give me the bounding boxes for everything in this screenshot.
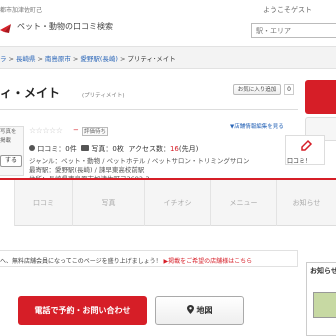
breadcrumb-separator: > xyxy=(72,55,79,63)
photo-count[interactable]: 0枚 xyxy=(112,145,123,153)
rating-stars-icon: ☆☆☆☆☆ xyxy=(29,126,63,135)
header-location: 都市加津佐町己 xyxy=(0,7,43,14)
welcome-text: ようこそゲスト xyxy=(263,6,312,14)
news-sidebar-title: お知らせ xyxy=(310,267,336,275)
breadcrumb-item[interactable]: 南島原市 xyxy=(45,55,71,63)
pencil-icon xyxy=(301,139,313,151)
evaluation-badge: 評価待ち xyxy=(82,127,108,136)
phone-reservation-button[interactable]: 電話で予約・お問い合わせ xyxy=(18,296,147,325)
shop-title: ィ・メイト xyxy=(0,86,61,100)
member-signup-link[interactable]: ▶掲載をご希望の店舗様はこちら xyxy=(164,258,253,265)
map-button[interactable]: 地図 xyxy=(155,296,244,325)
camera-icon xyxy=(81,145,90,151)
member-notice: へ、無料店舗会員になってこのページを盛り上げましょう！ ▶掲載をご希望の店舗様は… xyxy=(0,256,252,265)
member-notice-text: へ、無料店舗会員になってこのページを盛り上げましょう！ xyxy=(0,258,162,265)
map-pin-icon xyxy=(186,305,194,314)
access-unit: (先月) xyxy=(178,145,199,153)
photo-count-label: 写真： xyxy=(91,145,113,153)
access-count-label: アクセス数： xyxy=(128,145,170,153)
tab-photos[interactable]: 写真 xyxy=(72,180,144,226)
breadcrumb-current: プリティ･メイト xyxy=(127,55,176,63)
breadcrumb-separator: > xyxy=(37,55,43,63)
shop-stats: 口コミ：0件 写真：0枚 アクセス数：16(先月) xyxy=(29,144,198,154)
tab-recommend[interactable]: イチオシ xyxy=(144,180,210,226)
shop-kana: (プリティメイト) xyxy=(82,93,125,99)
review-count-label: 口コミ： xyxy=(37,145,66,153)
photo-text-line: 掲載 xyxy=(0,138,12,144)
side-red-button[interactable] xyxy=(305,80,336,114)
breadcrumb-item[interactable]: 愛野駅(長崎) xyxy=(80,55,118,63)
favorite-count: 0 xyxy=(284,84,294,95)
tab-news[interactable]: お知らせ xyxy=(276,180,336,226)
tab-menu[interactable]: メニュー xyxy=(210,180,276,226)
breadcrumb-separator: > xyxy=(119,55,126,63)
edit-shop-info-link[interactable]: ▼店舗情報編集を見る xyxy=(230,122,284,130)
site-logo-icon[interactable] xyxy=(0,18,16,34)
photo-placeholder-text: 写真を 掲載 xyxy=(0,128,17,146)
add-favorite-button[interactable]: お気に入り追加 xyxy=(233,84,281,95)
access-count: 16 xyxy=(169,145,179,153)
tab-reviews[interactable]: 口コミ xyxy=(14,180,72,226)
breadcrumb-separator: > xyxy=(8,55,14,63)
photo-text-line: 写真を xyxy=(0,129,17,135)
news-thumbnail[interactable] xyxy=(313,292,336,318)
site-name[interactable]: ペット・動物の口コミ検索 xyxy=(17,21,113,32)
breadcrumb-item[interactable]: 長崎県 xyxy=(16,55,36,63)
rating-value: − xyxy=(73,126,79,134)
map-button-label: 地図 xyxy=(196,306,213,315)
breadcrumb-item[interactable]: ラ xyxy=(0,55,7,63)
post-photo-button[interactable]: する xyxy=(0,155,22,167)
title-divider xyxy=(0,109,298,110)
review-icon xyxy=(29,145,35,151)
write-review-label: 口コミ！ xyxy=(287,158,312,165)
review-count[interactable]: 0件 xyxy=(65,145,76,153)
area-search-input[interactable] xyxy=(251,23,336,38)
breadcrumb: ラ > 長崎県 > 南島原市 > 愛野駅(長崎) > プリティ･メイト xyxy=(0,53,176,63)
tab-top[interactable] xyxy=(0,180,14,226)
